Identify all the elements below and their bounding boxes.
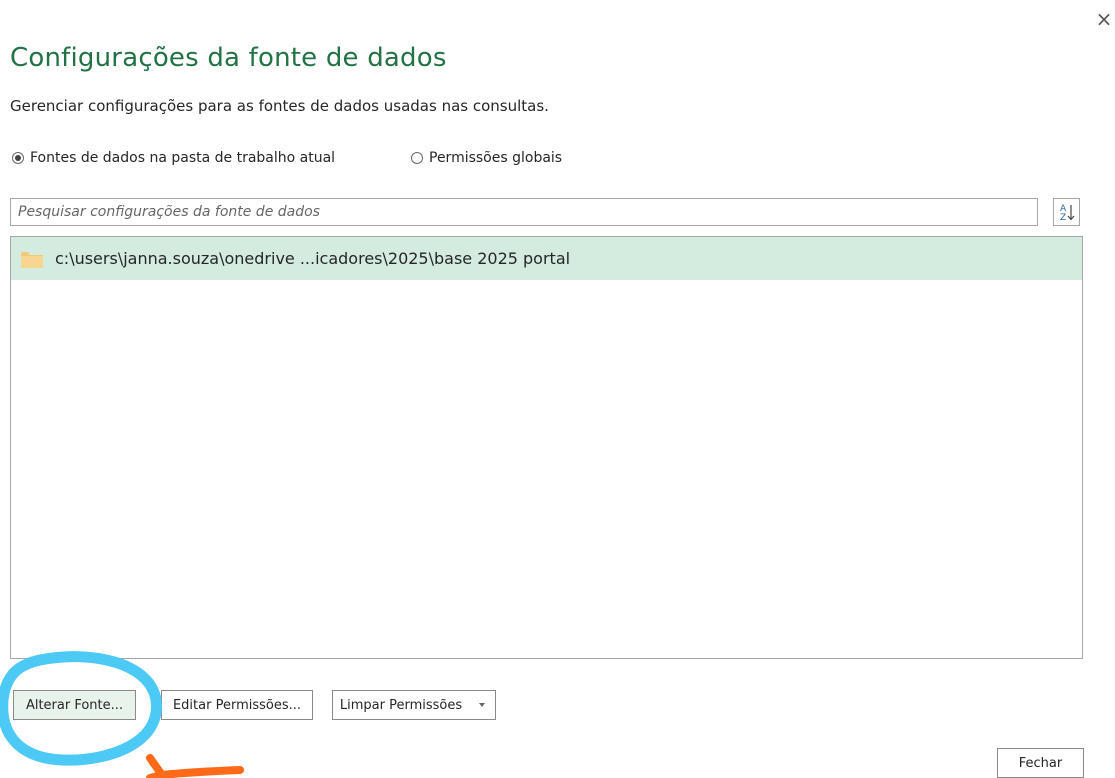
- clear-permissions-button[interactable]: Limpar Permissões: [332, 690, 470, 720]
- radio-current-workbook[interactable]: Fontes de dados na pasta de trabalho atu…: [12, 150, 335, 166]
- clear-permissions-dropdown[interactable]: [469, 690, 496, 720]
- list-item-label: c:\users\janna.souza\onedrive ...icadore…: [55, 249, 571, 268]
- edit-permissions-button[interactable]: Editar Permissões...: [161, 690, 313, 720]
- folder-icon: [21, 252, 43, 268]
- dialog-subtitle: Gerenciar configurações para as fontes d…: [10, 97, 549, 115]
- sort-az-icon: A Z: [1060, 204, 1074, 222]
- chevron-down-icon: [479, 703, 485, 707]
- close-icon[interactable]: ×: [1094, 8, 1114, 30]
- sort-label-z: Z: [1060, 213, 1066, 222]
- radio-global-permissions-label: Permissões globais: [429, 150, 563, 166]
- radio-current-workbook-label: Fontes de dados na pasta de trabalho atu…: [30, 150, 336, 166]
- radio-unselected-icon[interactable]: [411, 152, 423, 164]
- close-button[interactable]: Fechar: [997, 748, 1084, 778]
- data-source-list[interactable]: c:\users\janna.souza\onedrive ...icadore…: [10, 236, 1083, 659]
- radio-global-permissions[interactable]: Permissões globais: [411, 150, 562, 166]
- dialog-title: Configurações da fonte de dados: [10, 43, 447, 73]
- radio-selected-icon[interactable]: [12, 152, 24, 164]
- search-input[interactable]: [10, 198, 1038, 226]
- list-item[interactable]: c:\users\janna.souza\onedrive ...icadore…: [11, 237, 1082, 280]
- sort-button[interactable]: A Z: [1053, 198, 1080, 226]
- annotation-arrow: [146, 754, 244, 778]
- change-source-button[interactable]: Alterar Fonte...: [13, 690, 136, 720]
